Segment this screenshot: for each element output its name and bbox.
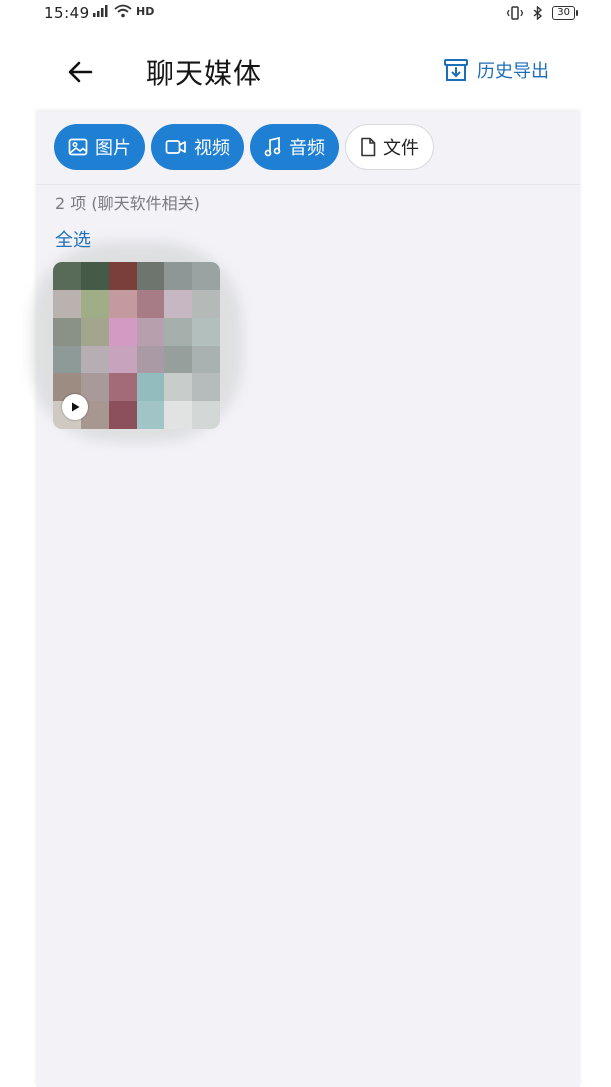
arrow-left-icon [68,61,93,83]
music-note-icon [264,137,281,157]
export-label: 历史导出 [477,61,549,82]
play-button[interactable] [62,394,88,420]
page-title: 聊天媒体 [146,57,263,90]
status-bar: 15:49 HD 30 [0,0,611,30]
filter-chip-videos[interactable]: 视频 [151,124,244,170]
divider [36,184,580,185]
status-time: 15:49 [44,4,90,22]
image-icon [68,138,88,156]
status-right-icons: 30 [506,6,578,20]
signal-icon [93,5,108,17]
top-app-bar: 聊天媒体 历史导出 [0,30,611,114]
media-panel: 图片 视频 音频 文件 2 项 (聊天软件相关) 全选 [30,112,580,1087]
filter-tabs: 图片 视频 音频 文件 [54,124,434,170]
filter-chip-audio[interactable]: 音频 [250,124,339,170]
filter-label: 文件 [383,138,419,159]
file-icon [361,137,376,157]
back-button[interactable] [58,50,102,94]
hd-badge: HD [136,4,155,18]
bluetooth-icon [533,6,543,20]
video-camera-icon [165,140,186,154]
filter-label: 音频 [289,138,325,159]
history-export-button[interactable]: 历史导出 [443,57,549,83]
filter-label: 视频 [194,138,230,159]
filter-chip-files[interactable]: 文件 [345,124,434,170]
vibrate-icon [507,6,524,20]
filter-chip-images[interactable]: 图片 [54,124,145,170]
archive-download-icon [444,59,468,81]
status-left-icons: HD [92,4,154,18]
filter-label: 图片 [95,138,131,159]
wifi-icon [114,4,132,18]
item-count: 2 项 (聊天软件相关) [55,194,200,213]
battery-indicator: 30 [552,6,578,20]
play-icon [72,402,80,412]
